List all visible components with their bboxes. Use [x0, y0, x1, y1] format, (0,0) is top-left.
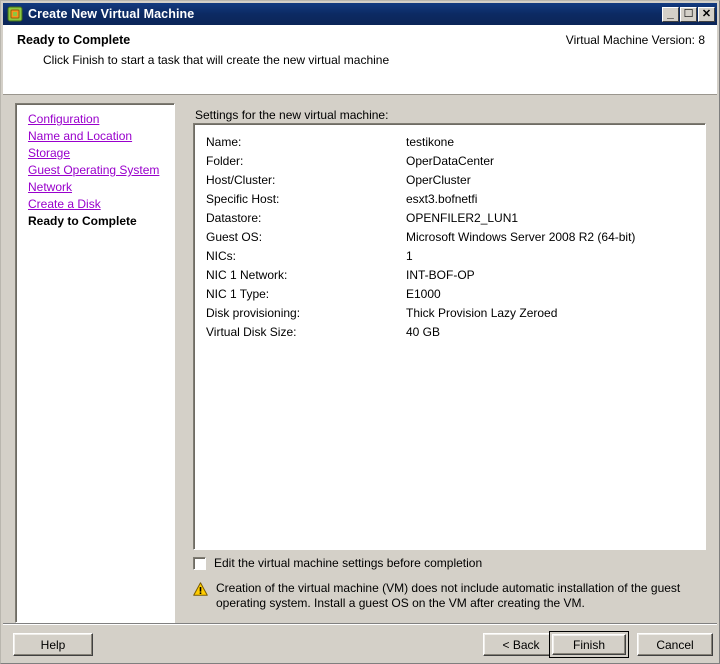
setting-row-guest-os: Guest OS: Microsoft Windows Server 2008 …: [194, 228, 705, 247]
title-bar: Create New Virtual Machine _ ☐ ✕: [3, 3, 717, 25]
warning-triangle-icon: [193, 582, 208, 596]
nav-item-configuration[interactable]: Configuration: [16, 111, 174, 128]
minimize-button[interactable]: _: [662, 5, 679, 22]
nav-item-network[interactable]: Network: [16, 179, 174, 196]
setting-label: Disk provisioning:: [206, 306, 301, 320]
help-button[interactable]: Help: [13, 633, 93, 656]
edit-settings-option[interactable]: Edit the virtual machine settings before…: [193, 556, 703, 571]
close-button[interactable]: ✕: [698, 6, 715, 22]
nav-item-storage[interactable]: Storage: [16, 145, 174, 162]
setting-row-nics: NICs: 1: [194, 247, 705, 266]
setting-row-nic1-type: NIC 1 Type: E1000: [194, 285, 705, 304]
edit-settings-label: Edit the virtual machine settings before…: [214, 556, 483, 570]
warning-message: Creation of the virtual machine (VM) doe…: [193, 581, 698, 611]
dialog-footer: Help < Back Finish Cancel: [3, 625, 717, 663]
cancel-button[interactable]: Cancel: [637, 633, 713, 656]
setting-label: Folder:: [206, 154, 244, 168]
back-button[interactable]: < Back: [483, 633, 559, 656]
finish-button-label: Finish: [552, 634, 626, 655]
setting-label: Datastore:: [206, 211, 262, 225]
setting-value: OperCluster: [406, 173, 471, 187]
setting-label: NICs:: [206, 249, 236, 263]
wizard-step-nav: Configuration Name and Location Storage …: [15, 103, 175, 623]
setting-label: NIC 1 Type:: [206, 287, 270, 301]
setting-label: Virtual Disk Size:: [206, 325, 297, 339]
finish-button[interactable]: Finish: [549, 631, 629, 658]
maximize-button[interactable]: ☐: [680, 6, 697, 22]
dialog-body: Configuration Name and Location Storage …: [3, 95, 717, 623]
nav-item-guest-operating-system[interactable]: Guest Operating System: [16, 162, 174, 179]
setting-value: 1: [406, 249, 413, 263]
setting-label: Host/Cluster:: [206, 173, 276, 187]
setting-value: OperDataCenter: [406, 154, 495, 168]
setting-label: Name:: [206, 135, 242, 149]
setting-label: Guest OS:: [206, 230, 263, 244]
setting-row-datastore: Datastore: OPENFILER2_LUN1: [194, 209, 705, 228]
setting-label: NIC 1 Network:: [206, 268, 288, 282]
settings-heading: Settings for the new virtual machine:: [195, 108, 389, 122]
warning-text: Creation of the virtual machine (VM) doe…: [216, 581, 681, 610]
vm-version-label: Virtual Machine Version: 8: [565, 33, 705, 47]
settings-summary-panel: Name: testikone Folder: OperDataCenter H…: [193, 123, 706, 550]
setting-row-disk-provisioning: Disk provisioning: Thick Provision Lazy …: [194, 304, 705, 323]
setting-value: OPENFILER2_LUN1: [406, 211, 519, 225]
minimize-icon: _: [667, 5, 674, 20]
setting-row-specific-host: Specific Host: esxt3.bofnetfi: [194, 190, 705, 209]
create-vm-dialog: Create New Virtual Machine _ ☐ ✕ Ready t…: [0, 0, 720, 664]
setting-value: esxt3.bofnetfi: [406, 192, 478, 206]
setting-value: testikone: [406, 135, 455, 149]
maximize-icon: ☐: [683, 7, 694, 20]
setting-row-virtual-disk-size: Virtual Disk Size: 40 GB: [194, 323, 705, 342]
page-subtitle: Click Finish to start a task that will c…: [43, 53, 390, 67]
dialog-header: Ready to Complete Click Finish to start …: [3, 25, 717, 94]
setting-row-nic1-network: NIC 1 Network: INT-BOF-OP: [194, 266, 705, 285]
setting-row-folder: Folder: OperDataCenter: [194, 152, 705, 171]
setting-value: 40 GB: [406, 325, 441, 339]
setting-value: Thick Provision Lazy Zeroed: [406, 306, 558, 320]
window-title: Create New Virtual Machine: [28, 7, 195, 21]
setting-label: Specific Host:: [206, 192, 280, 206]
nav-item-ready-to-complete: Ready to Complete: [28, 214, 137, 228]
setting-value: INT-BOF-OP: [406, 268, 475, 282]
virtual-machine-icon: [7, 6, 23, 22]
page-title: Ready to Complete: [17, 33, 131, 47]
setting-value: Microsoft Windows Server 2008 R2 (64-bit…: [406, 230, 636, 244]
nav-item-name-and-location[interactable]: Name and Location: [16, 128, 174, 145]
setting-row-name: Name: testikone: [194, 133, 705, 152]
edit-settings-checkbox[interactable]: [193, 557, 206, 570]
setting-value: E1000: [406, 287, 441, 301]
setting-row-host-cluster: Host/Cluster: OperCluster: [194, 171, 705, 190]
close-icon: ✕: [701, 7, 712, 20]
nav-item-create-a-disk[interactable]: Create a Disk: [16, 196, 174, 213]
